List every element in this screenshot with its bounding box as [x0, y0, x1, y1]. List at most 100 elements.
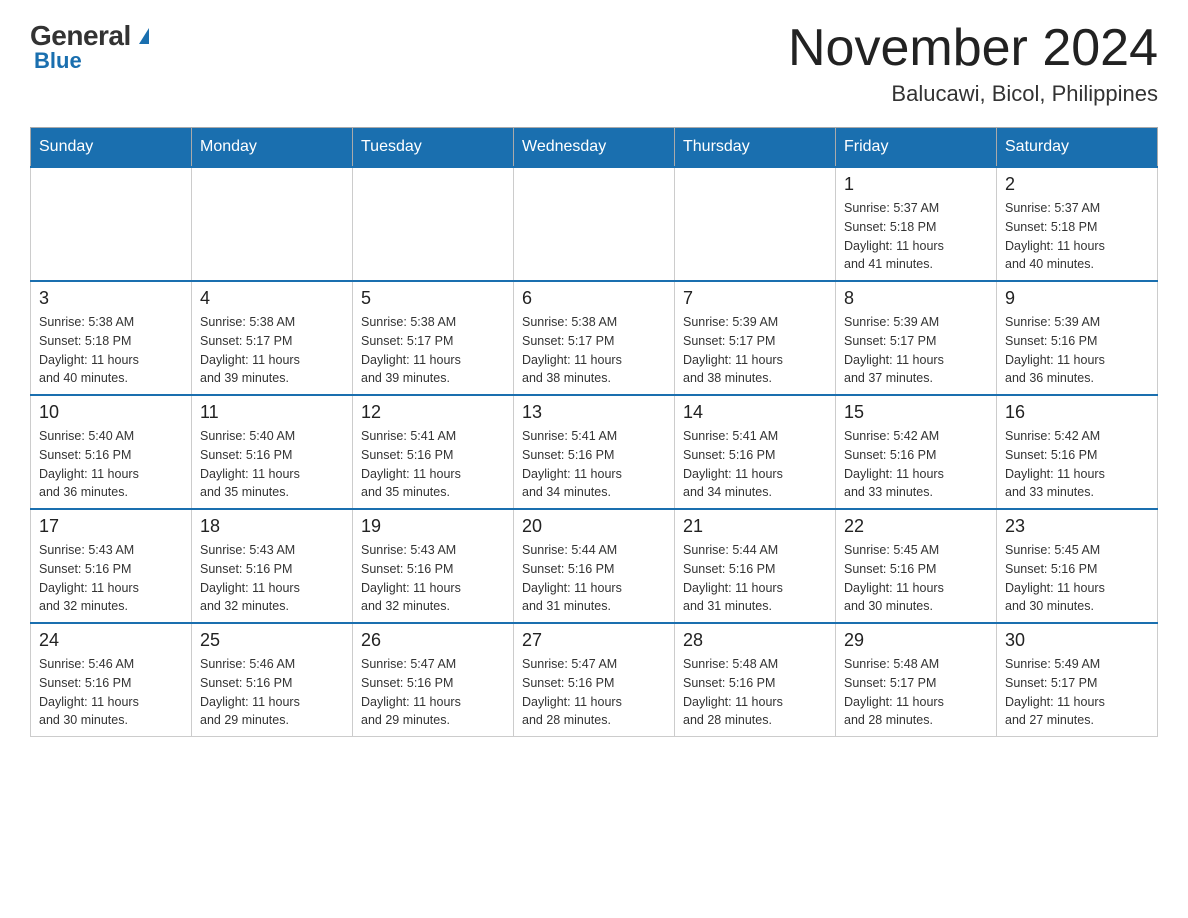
day-info: Sunrise: 5:45 AMSunset: 5:16 PMDaylight:… — [844, 541, 988, 616]
calendar-cell — [353, 167, 514, 281]
day-info: Sunrise: 5:46 AMSunset: 5:16 PMDaylight:… — [200, 655, 344, 730]
day-number: 29 — [844, 630, 988, 651]
day-number: 22 — [844, 516, 988, 537]
logo: General Blue — [30, 20, 149, 74]
day-number: 8 — [844, 288, 988, 309]
day-number: 12 — [361, 402, 505, 423]
weekday-header-thursday: Thursday — [675, 128, 836, 168]
calendar-cell — [192, 167, 353, 281]
calendar-cell: 6 Sunrise: 5:38 AMSunset: 5:17 PMDaylight… — [514, 281, 675, 395]
logo-blue: Blue — [34, 48, 82, 74]
day-info: Sunrise: 5:41 AMSunset: 5:16 PMDaylight:… — [361, 427, 505, 502]
day-info: Sunrise: 5:39 AMSunset: 5:17 PMDaylight:… — [844, 313, 988, 388]
day-info: Sunrise: 5:37 AMSunset: 5:18 PMDaylight:… — [844, 199, 988, 274]
calendar-cell: 24 Sunrise: 5:46 AMSunset: 5:16 PMDayligh… — [31, 623, 192, 737]
day-number: 2 — [1005, 174, 1149, 195]
day-info: Sunrise: 5:47 AMSunset: 5:16 PMDaylight:… — [361, 655, 505, 730]
week-row-2: 3 Sunrise: 5:38 AMSunset: 5:18 PMDaylight… — [31, 281, 1158, 395]
day-info: Sunrise: 5:44 AMSunset: 5:16 PMDaylight:… — [522, 541, 666, 616]
calendar-cell: 12 Sunrise: 5:41 AMSunset: 5:16 PMDayligh… — [353, 395, 514, 509]
calendar-cell: 10 Sunrise: 5:40 AMSunset: 5:16 PMDayligh… — [31, 395, 192, 509]
day-number: 13 — [522, 402, 666, 423]
day-info: Sunrise: 5:39 AMSunset: 5:17 PMDaylight:… — [683, 313, 827, 388]
day-info: Sunrise: 5:38 AMSunset: 5:18 PMDaylight:… — [39, 313, 183, 388]
calendar-cell: 17 Sunrise: 5:43 AMSunset: 5:16 PMDayligh… — [31, 509, 192, 623]
day-number: 30 — [1005, 630, 1149, 651]
day-number: 27 — [522, 630, 666, 651]
day-number: 17 — [39, 516, 183, 537]
weekday-header-tuesday: Tuesday — [353, 128, 514, 168]
day-number: 14 — [683, 402, 827, 423]
calendar-cell: 8 Sunrise: 5:39 AMSunset: 5:17 PMDaylight… — [836, 281, 997, 395]
calendar-cell: 28 Sunrise: 5:48 AMSunset: 5:16 PMDayligh… — [675, 623, 836, 737]
day-number: 1 — [844, 174, 988, 195]
day-info: Sunrise: 5:41 AMSunset: 5:16 PMDaylight:… — [683, 427, 827, 502]
day-info: Sunrise: 5:40 AMSunset: 5:16 PMDaylight:… — [39, 427, 183, 502]
day-info: Sunrise: 5:48 AMSunset: 5:17 PMDaylight:… — [844, 655, 988, 730]
calendar-cell: 21 Sunrise: 5:44 AMSunset: 5:16 PMDayligh… — [675, 509, 836, 623]
day-number: 23 — [1005, 516, 1149, 537]
weekday-header-monday: Monday — [192, 128, 353, 168]
day-number: 24 — [39, 630, 183, 651]
day-info: Sunrise: 5:46 AMSunset: 5:16 PMDaylight:… — [39, 655, 183, 730]
day-info: Sunrise: 5:44 AMSunset: 5:16 PMDaylight:… — [683, 541, 827, 616]
day-number: 6 — [522, 288, 666, 309]
calendar-cell: 11 Sunrise: 5:40 AMSunset: 5:16 PMDayligh… — [192, 395, 353, 509]
month-title: November 2024 — [788, 20, 1158, 77]
day-info: Sunrise: 5:43 AMSunset: 5:16 PMDaylight:… — [200, 541, 344, 616]
page-header: General Blue November 2024 Balucawi, Bic… — [30, 20, 1158, 107]
calendar-cell: 9Sunrise: 5:39 AMSunset: 5:16 PMDaylight… — [997, 281, 1158, 395]
day-info: Sunrise: 5:40 AMSunset: 5:16 PMDaylight:… — [200, 427, 344, 502]
day-number: 4 — [200, 288, 344, 309]
calendar-cell: 16Sunrise: 5:42 AMSunset: 5:16 PMDayligh… — [997, 395, 1158, 509]
day-number: 3 — [39, 288, 183, 309]
day-info: Sunrise: 5:39 AMSunset: 5:16 PMDaylight:… — [1005, 313, 1149, 388]
day-number: 19 — [361, 516, 505, 537]
calendar-cell: 19 Sunrise: 5:43 AMSunset: 5:16 PMDayligh… — [353, 509, 514, 623]
location-subtitle: Balucawi, Bicol, Philippines — [788, 81, 1158, 107]
day-number: 16 — [1005, 402, 1149, 423]
calendar-cell: 1 Sunrise: 5:37 AMSunset: 5:18 PMDaylight… — [836, 167, 997, 281]
calendar-cell: 20Sunrise: 5:44 AMSunset: 5:16 PMDayligh… — [514, 509, 675, 623]
calendar-cell — [31, 167, 192, 281]
calendar-cell: 30 Sunrise: 5:49 AMSunset: 5:17 PMDayligh… — [997, 623, 1158, 737]
calendar-cell: 22 Sunrise: 5:45 AMSunset: 5:16 PMDayligh… — [836, 509, 997, 623]
week-row-1: 1 Sunrise: 5:37 AMSunset: 5:18 PMDaylight… — [31, 167, 1158, 281]
calendar-cell — [675, 167, 836, 281]
day-number: 25 — [200, 630, 344, 651]
calendar-cell: 15 Sunrise: 5:42 AMSunset: 5:16 PMDayligh… — [836, 395, 997, 509]
calendar-cell — [514, 167, 675, 281]
day-info: Sunrise: 5:42 AMSunset: 5:16 PMDaylight:… — [844, 427, 988, 502]
day-number: 10 — [39, 402, 183, 423]
calendar-cell: 29 Sunrise: 5:48 AMSunset: 5:17 PMDayligh… — [836, 623, 997, 737]
weekday-header-wednesday: Wednesday — [514, 128, 675, 168]
day-number: 18 — [200, 516, 344, 537]
day-number: 11 — [200, 402, 344, 423]
calendar-cell: 27Sunrise: 5:47 AMSunset: 5:16 PMDayligh… — [514, 623, 675, 737]
calendar-cell: 26 Sunrise: 5:47 AMSunset: 5:16 PMDayligh… — [353, 623, 514, 737]
calendar-table: SundayMondayTuesdayWednesdayThursdayFrid… — [30, 127, 1158, 737]
day-info: Sunrise: 5:43 AMSunset: 5:16 PMDaylight:… — [361, 541, 505, 616]
day-number: 15 — [844, 402, 988, 423]
week-row-5: 24 Sunrise: 5:46 AMSunset: 5:16 PMDayligh… — [31, 623, 1158, 737]
day-info: Sunrise: 5:45 AMSunset: 5:16 PMDaylight:… — [1005, 541, 1149, 616]
day-number: 21 — [683, 516, 827, 537]
day-info: Sunrise: 5:43 AMSunset: 5:16 PMDaylight:… — [39, 541, 183, 616]
day-info: Sunrise: 5:41 AMSunset: 5:16 PMDaylight:… — [522, 427, 666, 502]
day-number: 26 — [361, 630, 505, 651]
day-info: Sunrise: 5:38 AMSunset: 5:17 PMDaylight:… — [522, 313, 666, 388]
week-row-4: 17 Sunrise: 5:43 AMSunset: 5:16 PMDayligh… — [31, 509, 1158, 623]
calendar-cell: 18 Sunrise: 5:43 AMSunset: 5:16 PMDayligh… — [192, 509, 353, 623]
calendar-cell: 13 Sunrise: 5:41 AMSunset: 5:16 PMDayligh… — [514, 395, 675, 509]
week-row-3: 10 Sunrise: 5:40 AMSunset: 5:16 PMDayligh… — [31, 395, 1158, 509]
day-info: Sunrise: 5:38 AMSunset: 5:17 PMDaylight:… — [200, 313, 344, 388]
day-number: 5 — [361, 288, 505, 309]
title-area: November 2024 Balucawi, Bicol, Philippin… — [788, 20, 1158, 107]
calendar-cell: 23 Sunrise: 5:45 AMSunset: 5:16 PMDayligh… — [997, 509, 1158, 623]
day-number: 28 — [683, 630, 827, 651]
weekday-header-friday: Friday — [836, 128, 997, 168]
calendar-cell: 4 Sunrise: 5:38 AMSunset: 5:17 PMDaylight… — [192, 281, 353, 395]
day-info: Sunrise: 5:38 AMSunset: 5:17 PMDaylight:… — [361, 313, 505, 388]
day-info: Sunrise: 5:49 AMSunset: 5:17 PMDaylight:… — [1005, 655, 1149, 730]
day-info: Sunrise: 5:48 AMSunset: 5:16 PMDaylight:… — [683, 655, 827, 730]
